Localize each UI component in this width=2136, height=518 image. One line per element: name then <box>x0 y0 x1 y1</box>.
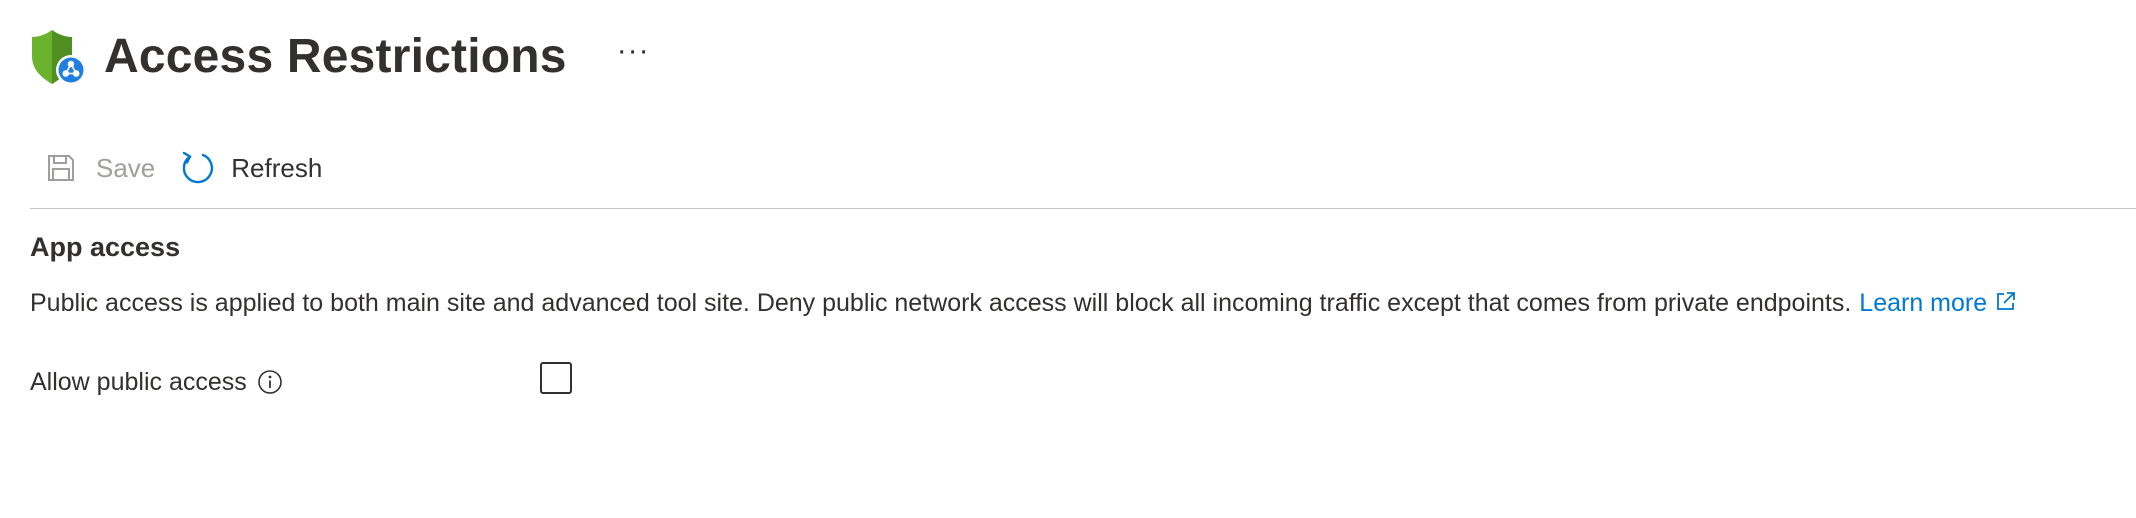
allow-public-access-label: Allow public access <box>30 367 247 396</box>
refresh-button[interactable]: Refresh <box>171 140 338 196</box>
save-button[interactable]: Save <box>30 140 171 196</box>
learn-more-link[interactable]: Learn more <box>1859 289 2017 317</box>
refresh-icon <box>179 150 215 186</box>
learn-more-label: Learn more <box>1859 289 1988 317</box>
allow-public-access-row: Allow public access <box>30 362 283 402</box>
page-title: Access Restrictions <box>104 30 567 83</box>
section-description: Public access is applied to both main si… <box>30 289 2017 318</box>
section-title: App access <box>30 232 181 262</box>
save-label: Save <box>96 152 156 183</box>
description-text: Public access is applied to both main si… <box>30 289 1852 317</box>
page-header: Access Restrictions ··· <box>28 14 650 100</box>
external-link-icon <box>1995 290 2017 312</box>
allow-public-access-checkbox[interactable] <box>540 362 572 394</box>
command-bar: Save Refresh <box>30 140 338 196</box>
refresh-label: Refresh <box>231 152 323 183</box>
info-icon[interactable] <box>257 369 283 395</box>
save-icon <box>46 152 78 184</box>
more-actions-button[interactable]: ··· <box>617 36 650 66</box>
shield-network-icon <box>28 26 90 88</box>
toolbar-divider <box>30 208 2136 209</box>
